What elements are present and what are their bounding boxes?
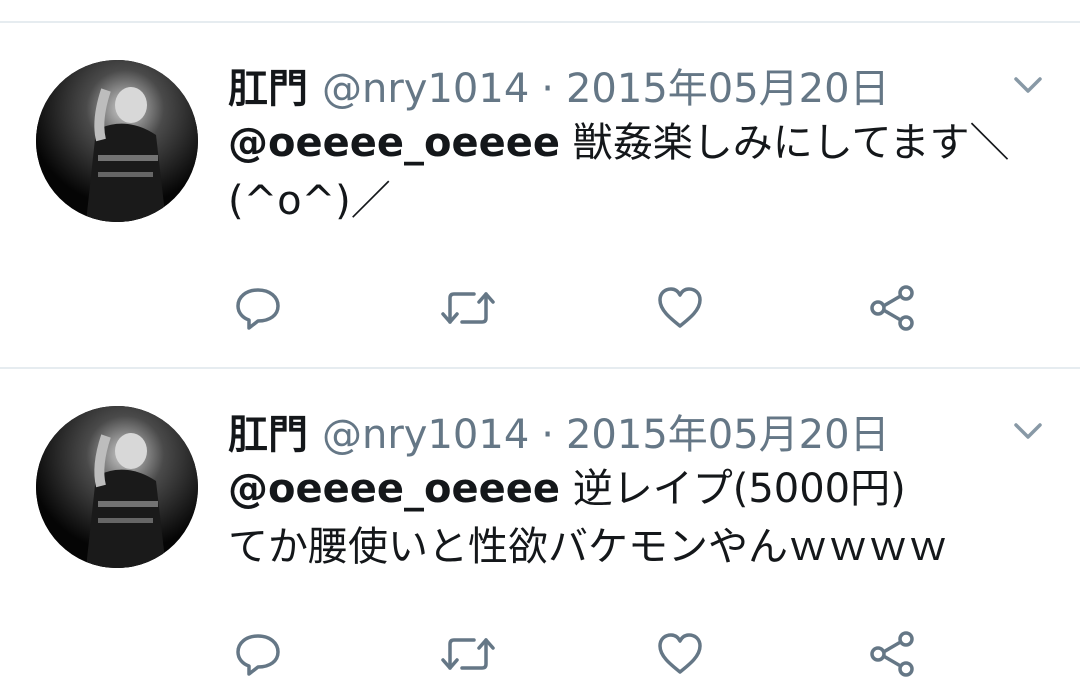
mention-link[interactable]: @oeeee_oeeee — [228, 466, 560, 512]
chevron-down-icon[interactable] — [1008, 70, 1048, 100]
tweet-text-content: 逆レイプ(5000円) — [572, 466, 906, 512]
avatar[interactable] — [36, 60, 198, 222]
display-name[interactable]: 肛門 — [228, 56, 308, 114]
share-button[interactable] — [864, 626, 920, 682]
tweet-text-line: てか腰使いと性欲バケモンやんｗｗｗｗ — [228, 518, 1048, 576]
tweet-header: 肛門 @nry1014 · 2015年05月20日 — [228, 402, 890, 462]
separator-dot: · — [541, 66, 554, 112]
share-icon — [866, 282, 918, 334]
tweet-text-content: (^o^)／ — [228, 178, 391, 224]
tweet-text-content: てか腰使いと性欲バケモンやんｗｗｗｗ — [228, 524, 948, 570]
user-handle[interactable]: @nry1014 — [322, 66, 529, 112]
reply-button[interactable] — [230, 280, 286, 336]
heart-icon — [654, 628, 706, 680]
retweet-icon — [440, 628, 496, 680]
display-name[interactable]: 肛門 — [228, 402, 308, 460]
reply-icon — [232, 282, 284, 334]
retweet-button[interactable] — [440, 280, 496, 336]
user-handle[interactable]: @nry1014 — [322, 412, 529, 458]
tweet-text: @oeeee_oeeee 逆レイプ(5000円) てか腰使いと性欲バケモンやんｗ… — [228, 460, 1048, 576]
like-button[interactable] — [652, 280, 708, 336]
tweet-date[interactable]: 2015年05月20日 — [566, 56, 890, 114]
tweet-actions — [228, 280, 948, 336]
separator-dot: · — [541, 412, 554, 458]
top-divider — [0, 21, 1080, 23]
tweet-divider — [0, 367, 1080, 369]
tweet-text-line: @oeeee_oeeee 逆レイプ(5000円) — [228, 460, 1048, 518]
share-icon — [866, 628, 918, 680]
retweet-button[interactable] — [440, 626, 496, 682]
tweet-text: @oeeee_oeeee 獣姦楽しみにしてます＼ (^o^)／ — [228, 114, 1048, 230]
reply-button[interactable] — [230, 626, 286, 682]
tweet-text-line: (^o^)／ — [228, 172, 1048, 230]
like-button[interactable] — [652, 626, 708, 682]
mention-link[interactable]: @oeeee_oeeee — [228, 120, 560, 166]
tweet-actions — [228, 626, 948, 682]
share-button[interactable] — [864, 280, 920, 336]
avatar[interactable] — [36, 406, 198, 568]
tweet-date[interactable]: 2015年05月20日 — [566, 402, 890, 460]
retweet-icon — [440, 282, 496, 334]
tweet-text-line: @oeeee_oeeee 獣姦楽しみにしてます＼ — [228, 114, 1048, 172]
heart-icon — [654, 282, 706, 334]
chevron-down-icon[interactable] — [1008, 416, 1048, 446]
tweet-header: 肛門 @nry1014 · 2015年05月20日 — [228, 56, 890, 116]
tweet-text-content: 獣姦楽しみにしてます＼ — [572, 120, 1010, 166]
reply-icon — [232, 628, 284, 680]
